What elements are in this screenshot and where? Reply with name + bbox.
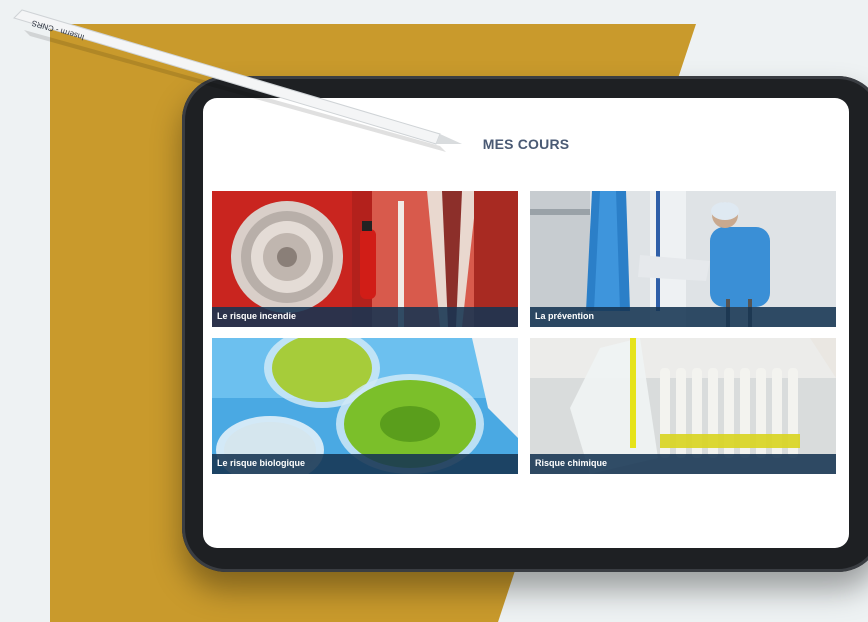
card-caption-bar: Risque chimique: [530, 454, 836, 474]
page-title: MES COURS: [482, 136, 570, 152]
card-label: Le risque biologique: [217, 458, 306, 468]
course-card-biologique[interactable]: Le risque biologique: [212, 338, 518, 474]
tablet-screen: MES COURS Le risque incendie La préventi…: [203, 98, 849, 548]
course-card-incendie[interactable]: Le risque incendie: [212, 191, 518, 327]
card-caption-bar: La prévention: [530, 307, 836, 327]
card-label: La prévention: [535, 311, 595, 321]
card-label: Le risque incendie: [217, 311, 297, 321]
card-caption-bar: Le risque biologique: [212, 454, 518, 474]
card-label: Risque chimique: [535, 458, 608, 468]
course-card-chimique[interactable]: Risque chimique: [530, 338, 836, 474]
card-caption-bar: Le risque incendie: [212, 307, 518, 327]
course-card-prevention[interactable]: La prévention: [530, 191, 836, 327]
